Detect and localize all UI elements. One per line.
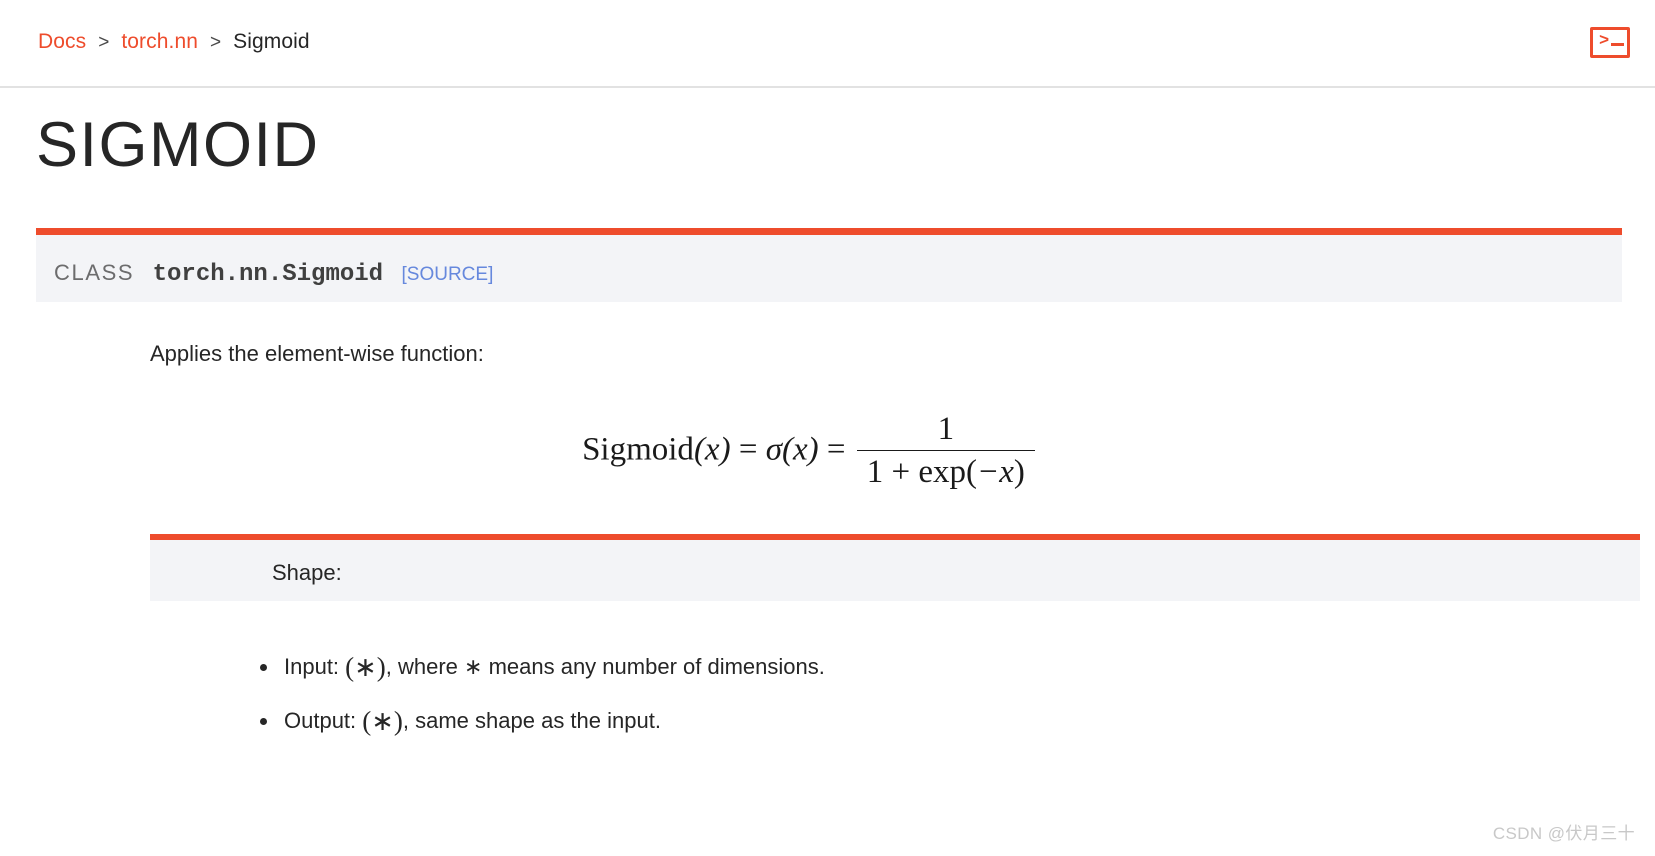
shape-item-prefix: Output: (284, 708, 363, 733)
shape-item-suffix: , same shape as the input. (402, 708, 661, 733)
shape-item-math: (∗) (362, 706, 403, 736)
formula-lhs-name: Sigmoid (582, 431, 694, 468)
source-link[interactable]: [SOURCE] (402, 264, 494, 285)
breadcrumb-link-torch-nn[interactable]: torch.nn (121, 30, 198, 53)
shape-section-box: Shape: (150, 534, 1640, 601)
terminal-icon[interactable]: > (1590, 27, 1630, 58)
breadcrumb: Docs > torch.nn > Sigmoid (38, 30, 310, 54)
shape-item-suffix: , where ∗ means any number of dimensions… (385, 654, 825, 679)
description-text: Applies the element-wise function: (150, 341, 484, 366)
shape-item-prefix: Input: (284, 654, 346, 679)
terminal-prompt-glyph: > (1599, 32, 1610, 51)
formula-numerator: 1 (856, 411, 1035, 451)
breadcrumb-separator-2: > (209, 32, 222, 53)
formula-lhs-arg: (x) (693, 431, 731, 468)
formula-equals-1: = (738, 431, 758, 468)
watermark: CSDN @伏月三十 (1492, 824, 1635, 843)
terminal-underscore-glyph (1611, 43, 1624, 46)
class-keyword-label: CLASS (54, 260, 135, 285)
formula-equals-2: = (826, 431, 846, 468)
shape-list: Input: (∗), where ∗ means any number of … (246, 640, 825, 748)
formula-denominator-suffix: ) (1013, 454, 1025, 490)
formula-denominator-arg: −x (977, 454, 1014, 490)
breadcrumb-separator-1: > (98, 32, 110, 53)
list-item: Output: (∗), same shape as the input. (246, 694, 825, 748)
class-signature-box: CLASS torch.nn.Sigmoid [SOURCE] (36, 228, 1622, 302)
page-title: SIGMOID (36, 110, 320, 180)
formula-sigma-arg: (x) (781, 431, 819, 468)
formula-sigma: σ (765, 431, 782, 468)
shape-heading: Shape: (272, 560, 342, 585)
breadcrumb-link-docs[interactable]: Docs (38, 30, 86, 53)
page-header: Docs > torch.nn > Sigmoid > (0, 0, 1655, 88)
formula-denominator-prefix: 1 + exp( (866, 454, 977, 490)
list-item: Input: (∗), where ∗ means any number of … (246, 640, 825, 694)
sigmoid-formula: Sigmoid(x) = σ(x) = 1 1 + exp(−x) (0, 411, 1620, 492)
formula-denominator: 1 + exp(−x) (857, 451, 1035, 491)
formula-fraction: 1 1 + exp(−x) (856, 411, 1035, 491)
class-qualified-name: torch.nn.Sigmoid (152, 261, 384, 288)
class-signature-inner: CLASS torch.nn.Sigmoid [SOURCE] (54, 260, 493, 288)
breadcrumb-current-sigmoid: Sigmoid (233, 30, 310, 53)
shape-item-math: (∗) (345, 652, 386, 682)
